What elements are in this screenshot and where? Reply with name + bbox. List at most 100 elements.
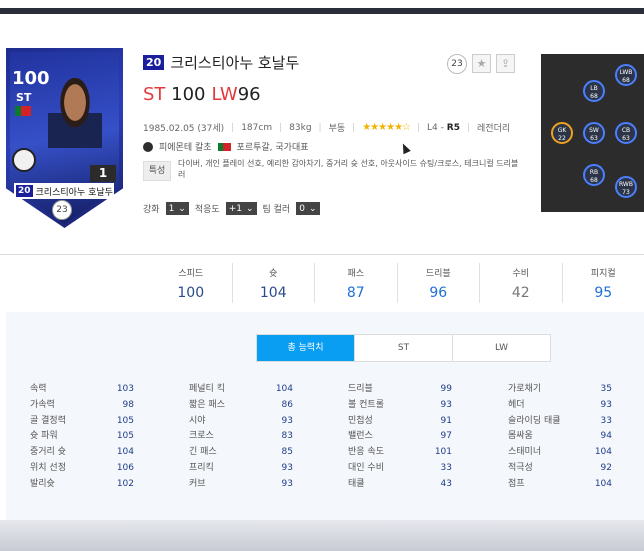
stat-value: 83 <box>281 431 293 442</box>
summary-value: 96 <box>429 285 448 301</box>
club-name[interactable]: 피에몬테 칼초 <box>159 140 212 153</box>
adapt-value: +1 <box>228 203 242 214</box>
stat-value: 101 <box>434 447 452 458</box>
stat-tabs: 총 능력치 ST LW <box>256 334 551 362</box>
node-pos: SW <box>589 127 599 134</box>
summary-label: 스피드 <box>178 269 204 279</box>
bottom-overlay <box>0 520 644 551</box>
stat-value: 103 <box>116 384 134 394</box>
chevron-down-icon: ⌄ <box>178 203 186 214</box>
stat-row: 밸런스 97 <box>348 429 452 445</box>
team-color-select[interactable]: 0 ⌄ <box>296 202 320 215</box>
stat-name: 시야 <box>189 415 206 426</box>
stat-row: 슬라이딩 태클 33 <box>508 414 612 430</box>
node-pos: LWB <box>619 69 633 76</box>
node-val: 63 <box>622 135 630 142</box>
position-node-cb[interactable]: CB 63 <box>615 122 637 144</box>
player-meta: 1985.02.05 (37세) | 187cm | 83kg | 부동 | ★★★★★… <box>143 122 511 134</box>
stat-value: 33 <box>440 462 452 473</box>
card-number-circle: 23 <box>52 200 72 220</box>
node-val: 68 <box>590 177 598 184</box>
stat-name: 헤더 <box>508 399 525 410</box>
stat-name: 드리블 <box>348 384 373 394</box>
stat-value: 94 <box>600 431 612 442</box>
node-val: 68 <box>622 77 630 84</box>
stat-value: 93 <box>281 478 293 489</box>
node-val: 73 <box>622 189 630 196</box>
enhance-select[interactable]: 1 ⌄ <box>165 202 189 215</box>
summary-label: 슛 <box>269 269 278 279</box>
stat-name: 긴 패스 <box>189 447 217 458</box>
stat-value: 104 <box>594 447 612 458</box>
stat-row: 가로채기 35 <box>508 382 612 398</box>
stat-value: 91 <box>440 415 452 426</box>
preferred-foot: 부동 <box>328 124 346 134</box>
position-node-lwb[interactable]: LWB 68 <box>615 64 637 86</box>
stat-row: 시야 93 <box>189 414 293 430</box>
position-node-sw[interactable]: SW 63 <box>583 122 605 144</box>
stat-name: 스태미너 <box>508 447 542 458</box>
stat-value: 86 <box>281 399 293 410</box>
tab-total[interactable]: 총 능력치 <box>257 335 355 361</box>
stat-column-1: 속력 103 가속력 98 골 결정력 105 슛 파워 105 중거리 슛 104 위치… <box>30 382 134 493</box>
stat-column-2: 페널티 킥 104 짧은 패스 86 시야 93 크로스 83 긴 패스 85 프리킥 93… <box>189 382 293 493</box>
primary-ovr: 100 <box>171 84 206 105</box>
adapt-label: 적응도 <box>194 205 220 215</box>
adaptability-select[interactable]: +1 ⌄ <box>225 202 257 215</box>
stat-name: 중거리 슛 <box>30 447 66 458</box>
stat-name: 페널티 킥 <box>189 384 225 394</box>
stat-row: 페널티 킥 104 <box>189 382 293 398</box>
stat-row: 민첩성 91 <box>348 414 452 430</box>
stat-row: 짧은 패스 86 <box>189 398 293 414</box>
tab-lw[interactable]: LW <box>453 335 550 361</box>
position-node-rb[interactable]: RB 68 <box>583 164 605 186</box>
player-name: 크리스티아누 호날두 <box>170 54 300 72</box>
stat-value: 105 <box>116 415 134 426</box>
summary-shooting: 슛 104 <box>233 263 315 303</box>
season-badge: 20 <box>143 55 165 70</box>
stat-value: 102 <box>116 478 134 489</box>
level-rank: R5 <box>446 122 460 133</box>
summary-stats: 스피드 100 슛 104 패스 87 드리블 96 수비 42 피지컬 95 <box>150 263 644 303</box>
number-badge: 23 <box>447 54 467 74</box>
stat-value: 106 <box>116 462 134 473</box>
club-badge-icon <box>12 148 36 172</box>
stat-row: 긴 패스 85 <box>189 445 293 461</box>
position-node-gk[interactable]: GK 22 <box>551 122 573 144</box>
summary-value: 87 <box>346 285 365 301</box>
star-icon[interactable]: ★ <box>472 54 491 73</box>
summary-value: 100 <box>177 285 205 301</box>
section-divider <box>0 254 644 255</box>
stat-name: 점프 <box>508 478 525 489</box>
stat-row: 위치 선정 106 <box>30 461 134 477</box>
stat-name: 볼 컨트롤 <box>348 399 384 410</box>
stat-row: 중거리 슛 104 <box>30 445 134 461</box>
mouse-cursor-icon <box>399 141 411 155</box>
team-color-label: 팀 컬러 <box>262 205 291 215</box>
height: 187cm <box>241 122 273 133</box>
upload-icon[interactable]: ⇪ <box>496 54 515 73</box>
tab-st[interactable]: ST <box>355 335 453 361</box>
stat-name: 짧은 패스 <box>189 399 225 410</box>
nation-name: 포르투갈, 국가대표 <box>236 143 309 153</box>
stat-row: 반응 속도 101 <box>348 445 452 461</box>
node-pos: LB <box>590 85 598 92</box>
summary-dribbling: 드리블 96 <box>398 263 480 303</box>
summary-passing: 패스 87 <box>315 263 398 303</box>
stat-name: 적극성 <box>508 462 533 473</box>
position-node-lb[interactable]: LB 68 <box>583 80 605 102</box>
stat-name: 슛 파워 <box>30 431 58 442</box>
chevron-down-icon: ⌄ <box>308 203 317 214</box>
stat-row: 가속력 98 <box>30 398 134 414</box>
stat-row: 적극성 92 <box>508 461 612 477</box>
summary-speed: 스피드 100 <box>150 263 233 303</box>
stat-row: 스태미너 104 <box>508 445 612 461</box>
stat-row: 점프 104 <box>508 477 612 493</box>
card-season-badge: 20 <box>16 185 33 197</box>
stat-row: 크로스 83 <box>189 429 293 445</box>
node-pos: RB <box>589 169 599 176</box>
stat-row: 몸싸움 94 <box>508 429 612 445</box>
name-row: 20 크리스티아누 호날두 <box>143 52 299 73</box>
position-node-rwb[interactable]: RWB 73 <box>615 176 637 198</box>
stat-name: 밸런스 <box>348 431 373 442</box>
